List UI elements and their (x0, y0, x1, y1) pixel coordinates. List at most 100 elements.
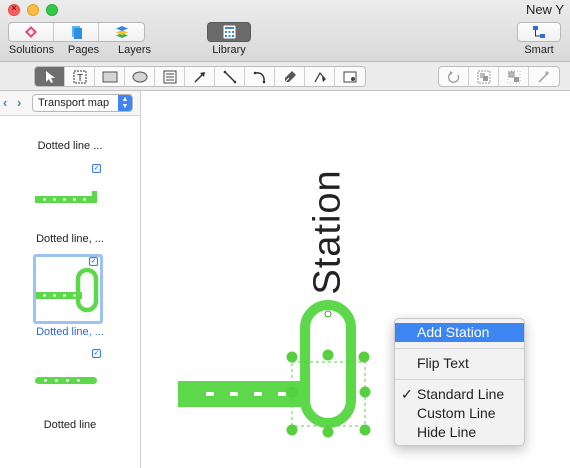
table-tool-button[interactable] (155, 67, 185, 86)
library-item-label[interactable]: Dotted line (0, 419, 140, 431)
ungroup-icon (507, 70, 520, 83)
window-toolbar: × New Y Solutions Pages Layers Library S… (0, 0, 570, 62)
text-rotation-handle (324, 310, 332, 318)
menu-item-label: Standard Line (417, 386, 505, 402)
selection-handle (359, 386, 371, 398)
menu-item-label: Add Station (417, 324, 490, 340)
line-tool-button[interactable] (215, 67, 245, 86)
curve-icon (253, 71, 265, 83)
rotate-tool-button[interactable] (439, 67, 469, 86)
dotted-line-thumbnail[interactable] (35, 376, 99, 386)
arrow-pointer-icon (45, 70, 55, 83)
text-tool-button[interactable]: T (65, 67, 95, 86)
item-checkbox-icon: ✓ (89, 257, 98, 266)
library-item-label[interactable]: Dotted line, ... (0, 326, 140, 338)
svg-text:T: T (76, 73, 82, 84)
solutions-button[interactable] (9, 23, 54, 41)
image-frame-icon (343, 71, 357, 82)
pages-button[interactable] (54, 23, 99, 41)
pen-tool-button[interactable] (275, 67, 305, 86)
solutions-icon (25, 26, 37, 38)
drawing-tools-bar: T (0, 62, 570, 91)
smart-button[interactable] (517, 22, 561, 42)
line-dot (230, 392, 238, 396)
arrow-line-tool-button[interactable] (185, 67, 215, 86)
selected-library-item[interactable]: ✓ (33, 254, 103, 324)
library-label: Library (212, 44, 246, 56)
stencil-dropdown[interactable]: Transport map ▲ ▼ (32, 94, 133, 112)
line-dot (206, 392, 214, 396)
bezier-tool-button[interactable] (305, 67, 335, 86)
zoom-window-button[interactable] (46, 4, 58, 16)
menu-separator (395, 348, 524, 349)
window-title: New Y (525, 2, 564, 17)
ungroup-tool-button[interactable] (499, 67, 529, 86)
library-sidebar: ‹ › Transport map ▲ ▼ Dotted line ... ✓ D… (0, 91, 141, 468)
oval-icon (132, 71, 147, 82)
bezier-icon (313, 71, 326, 82)
dropdown-stepper-icon: ▲ ▼ (118, 95, 132, 111)
layers-button[interactable] (99, 23, 144, 41)
layers-label: Layers (117, 44, 152, 56)
line-dot (278, 392, 286, 396)
arrow-line-icon (193, 71, 205, 83)
line-icon (223, 70, 236, 83)
menu-item-flip-text[interactable]: Flip Text (395, 354, 524, 373)
group-icon (477, 70, 490, 83)
library-button[interactable] (207, 22, 251, 42)
layers-icon (115, 26, 128, 38)
back-arrow-icon[interactable]: ‹ (3, 95, 7, 110)
menu-item-label: Hide Line (417, 424, 477, 440)
library-icon (223, 25, 235, 39)
menu-item-custom-line[interactable]: Custom Line (395, 404, 524, 423)
selection-handle (358, 351, 370, 363)
line-dot (254, 392, 262, 396)
close-icon: × (11, 3, 17, 13)
context-menu: Add Station Flip Text ✓ Standard Line Cu… (394, 318, 525, 446)
connect-points-icon (538, 70, 549, 82)
pen-icon (284, 70, 296, 82)
item-checkbox-icon: ✓ (92, 164, 101, 173)
smart-label: Smart (524, 44, 554, 56)
menu-item-standard-line[interactable]: ✓ Standard Line (395, 385, 524, 404)
group-tool-button[interactable] (469, 67, 499, 86)
pages-icon (72, 26, 82, 39)
rectangle-tool-button[interactable] (95, 67, 125, 86)
library-item-label[interactable]: Dotted line ... (0, 140, 140, 152)
menu-item-hide-line[interactable]: Hide Line (395, 423, 524, 442)
stencil-dropdown-value: Transport map (38, 97, 110, 109)
library-item-label[interactable]: Dotted line, ... (0, 233, 140, 245)
selection-handle (322, 349, 334, 361)
view-segmented-control (8, 22, 145, 42)
oval-tool-button[interactable] (125, 67, 155, 86)
curve-tool-button[interactable] (245, 67, 275, 86)
table-icon (163, 70, 176, 83)
selection-handle (322, 426, 334, 438)
smart-connector-icon (533, 26, 545, 38)
checkmark-icon: ✓ (401, 386, 413, 402)
rectangle-icon (102, 71, 117, 82)
connect-tool-button[interactable] (529, 67, 559, 86)
selection-handle (286, 386, 298, 398)
menu-item-add-station[interactable]: Add Station (395, 323, 524, 342)
minimize-window-button[interactable] (27, 4, 39, 16)
menu-item-label: Flip Text (417, 355, 469, 371)
rotate-icon (447, 70, 459, 83)
station-capsule (300, 300, 356, 428)
text-box-icon: T (73, 70, 86, 84)
image-tool-button[interactable] (335, 67, 365, 86)
dotted-line-thumbnail[interactable] (35, 191, 99, 205)
close-window-button[interactable]: × (8, 3, 20, 16)
selection-handle (359, 424, 371, 436)
pages-label: Pages (67, 44, 100, 56)
solutions-label: Solutions (8, 44, 55, 56)
station-line-thumbnail (36, 267, 99, 313)
library-header: ‹ › Transport map ▲ ▼ (0, 91, 140, 116)
arrange-tools-group (438, 66, 560, 87)
drawing-tools-group: T (34, 66, 366, 87)
selection-handle (286, 424, 298, 436)
selection-tool-button[interactable] (35, 67, 65, 86)
menu-separator (395, 379, 524, 380)
item-checkbox-icon: ✓ (92, 349, 101, 358)
forward-arrow-icon[interactable]: › (17, 95, 21, 110)
